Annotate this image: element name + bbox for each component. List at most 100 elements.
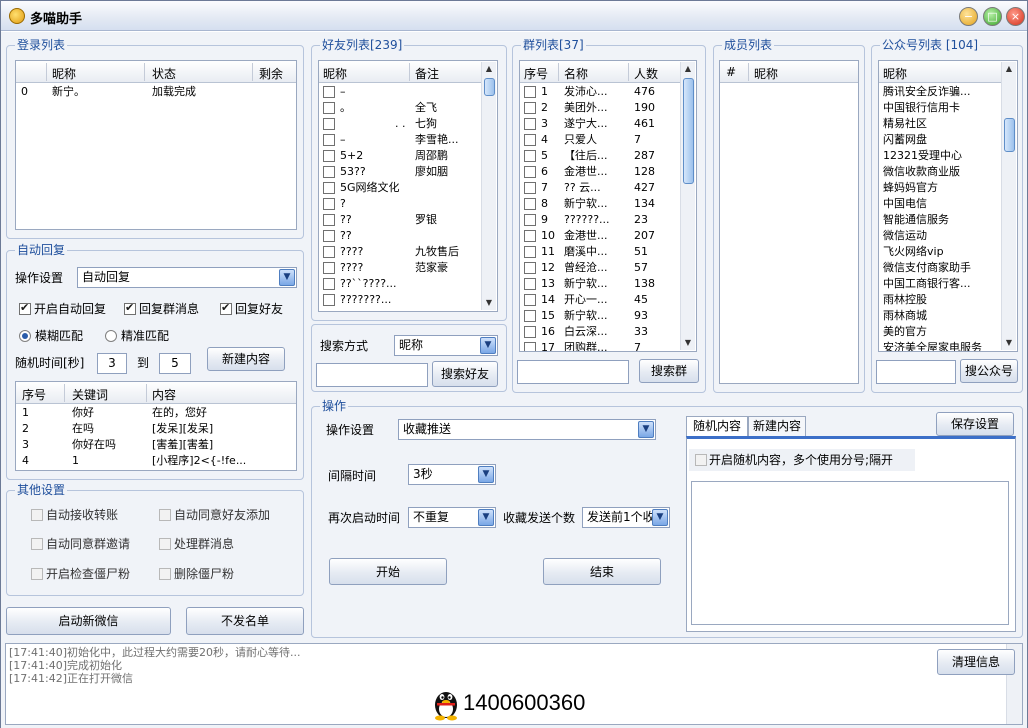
chevron-down-icon[interactable]: ▼ xyxy=(279,269,295,286)
auto-accept-transfer-checkbox[interactable] xyxy=(31,509,43,521)
friend-row[interactable]: . . . 七狗 xyxy=(319,116,497,132)
auto-accept-group-invite-checkbox[interactable] xyxy=(31,538,43,550)
group-row[interactable]: 9??????... 23 xyxy=(520,212,696,228)
chevron-down-icon[interactable]: ▼ xyxy=(478,466,494,483)
scroll-thumb[interactable] xyxy=(484,78,495,96)
random-content-checkbox[interactable] xyxy=(695,454,707,466)
row-checkbox[interactable] xyxy=(323,166,335,178)
auto-accept-friend-checkbox[interactable] xyxy=(159,509,171,521)
official-list[interactable]: 昵称 腾讯安全反诈骗... 中国银行信用卡 精易社区 闪蓄网盘 12321受理中心 微信收… xyxy=(878,60,1018,352)
operation-op-select[interactable]: 收藏推送 ▼ xyxy=(398,419,656,440)
auto-reply-op-select[interactable]: 自动回复 ▼ xyxy=(77,267,297,288)
friend-row[interactable]: ?? xyxy=(319,228,497,244)
group-row[interactable]: 6 金港世... 128 xyxy=(520,164,696,180)
row-checkbox[interactable] xyxy=(323,262,335,274)
minimize-button[interactable]: − xyxy=(959,7,978,26)
official-row[interactable]: 雨林控股 xyxy=(879,292,1017,308)
login-list[interactable]: 昵称 状态 剩余 0 新宁。 加载完成 xyxy=(15,60,297,230)
scroll-thumb[interactable] xyxy=(1004,118,1015,152)
official-row[interactable]: 精易社区 xyxy=(879,116,1017,132)
friend-row[interactable]: ?? 罗银 xyxy=(319,212,497,228)
chevron-down-icon[interactable]: ▼ xyxy=(480,337,496,354)
official-row[interactable]: 微信支付商家助手 xyxy=(879,260,1017,276)
scroll-down-icon[interactable]: ▼ xyxy=(1002,336,1016,350)
row-checkbox[interactable] xyxy=(524,262,536,274)
row-checkbox[interactable] xyxy=(323,134,335,146)
search-groups-button[interactable]: 搜索群 xyxy=(639,359,699,383)
login-row[interactable]: 0 新宁。 加载完成 xyxy=(16,84,296,100)
official-row[interactable]: 中国工商银行客... xyxy=(879,276,1017,292)
official-scrollbar[interactable]: ▲ ▼ xyxy=(1001,62,1016,350)
official-row[interactable]: 雨林商城 xyxy=(879,308,1017,324)
friend-row[interactable]: 5+2 周邵鹏 xyxy=(319,148,497,164)
friend-row[interactable]: ???? 九牧售后 xyxy=(319,244,497,260)
enable-auto-reply-checkbox[interactable] xyxy=(19,301,31,315)
friend-row[interactable]: ? xyxy=(319,196,497,212)
operation-restart-select[interactable]: 不重复 ▼ xyxy=(408,507,496,528)
official-row[interactable]: 12321受理中心 xyxy=(879,148,1017,164)
official-row[interactable]: 飞火网络vip xyxy=(879,244,1017,260)
official-row[interactable]: 蜂妈妈官方 xyxy=(879,180,1017,196)
group-row[interactable]: 13 新宁软... 138 xyxy=(520,276,696,292)
official-row[interactable]: 安济美全屋家电服务 xyxy=(879,340,1017,351)
official-row[interactable]: 中国银行信用卡 xyxy=(879,100,1017,116)
stop-button[interactable]: 结束 xyxy=(543,558,661,585)
friend-row[interactable]: 53?? 廖如胭 xyxy=(319,164,497,180)
new-content-button[interactable]: 新建内容 xyxy=(207,347,285,371)
scroll-up-icon[interactable]: ▲ xyxy=(681,62,695,76)
row-checkbox[interactable] xyxy=(524,230,536,242)
random-content-textarea[interactable] xyxy=(691,481,1009,625)
row-checkbox[interactable] xyxy=(524,326,536,338)
keyword-table[interactable]: 序号 关键词 内容 1 你好 在的，您好 2 在吗 [发呆][发呆] 3 你好在吗 [害羞][害… xyxy=(15,381,297,471)
row-checkbox[interactable] xyxy=(524,86,536,98)
fuzzy-match-radio[interactable] xyxy=(19,330,31,342)
row-checkbox[interactable] xyxy=(524,118,536,130)
maximize-button[interactable]: □ xyxy=(983,7,1002,26)
official-row[interactable]: 腾讯安全反诈骗... xyxy=(879,84,1017,100)
row-checkbox[interactable] xyxy=(524,182,536,194)
row-checkbox[interactable] xyxy=(323,214,335,226)
row-checkbox[interactable] xyxy=(323,294,335,306)
row-checkbox[interactable] xyxy=(323,246,335,258)
groups-scrollbar[interactable]: ▲ ▼ xyxy=(680,62,695,350)
row-checkbox[interactable] xyxy=(323,102,335,114)
friend-row[interactable]: 5G网络文化 xyxy=(319,180,497,196)
scroll-down-icon[interactable]: ▼ xyxy=(681,336,695,350)
keyword-row[interactable]: 1 你好 在的，您好 xyxy=(16,405,296,421)
friend-row[interactable]: ???? 范家豪 xyxy=(319,260,497,276)
clear-log-button[interactable]: 清理信息 xyxy=(937,649,1015,675)
start-button[interactable]: 开始 xyxy=(329,558,447,585)
group-row[interactable]: 5 【往后... 287 xyxy=(520,148,696,164)
operation-fav-count-select[interactable]: 发送前1个收 ▼ xyxy=(582,507,670,528)
tab-new-content[interactable]: 新建内容 xyxy=(748,416,806,436)
groups-list[interactable]: 序号 名称 人数 1 发沛心... 476 2 美团外... 190 3 遂宁大... 461 4… xyxy=(519,60,697,352)
group-row[interactable]: 12 曾经沧... 57 xyxy=(520,260,696,276)
keyword-row[interactable]: 2 在吗 [发呆][发呆] xyxy=(16,421,296,437)
official-row[interactable]: 中国电信 xyxy=(879,196,1017,212)
row-checkbox[interactable] xyxy=(323,278,335,290)
official-row[interactable]: 微信运动 xyxy=(879,228,1017,244)
groups-search-input[interactable] xyxy=(517,360,629,384)
friends-scrollbar[interactable]: ▲ ▼ xyxy=(481,62,496,310)
row-checkbox[interactable] xyxy=(524,134,536,146)
row-checkbox[interactable] xyxy=(524,278,536,290)
start-new-wechat-button[interactable]: 启动新微信 xyxy=(6,607,171,635)
search-friends-button[interactable]: 搜索好友 xyxy=(432,361,498,387)
friend-row[interactable]: ??``????... xyxy=(319,276,497,292)
scroll-up-icon[interactable]: ▲ xyxy=(1002,62,1016,76)
handle-group-msg-checkbox[interactable] xyxy=(159,538,171,550)
close-button[interactable]: × xyxy=(1006,7,1025,26)
group-row[interactable]: 7 ?? 云... 427 xyxy=(520,180,696,196)
chevron-down-icon[interactable]: ▼ xyxy=(478,509,494,526)
friend-row[interactable]: 。 全飞 xyxy=(319,100,497,116)
group-row[interactable]: 11 磨溪中... 51 xyxy=(520,244,696,260)
row-checkbox[interactable] xyxy=(323,150,335,162)
keyword-row[interactable]: 4 1 [小程序]2<{-!fe... xyxy=(16,453,296,469)
friends-search-mode-select[interactable]: 昵称 ▼ xyxy=(394,335,498,356)
friends-list[interactable]: 昵称 备注 – 。 全飞 . . . 七狗 – 李雪艳... 5+2 周邵鹏 53?? 廖如胭 5G… xyxy=(318,60,498,312)
official-row[interactable]: 闪蓄网盘 xyxy=(879,132,1017,148)
reply-group-msg-checkbox[interactable] xyxy=(124,301,136,315)
official-search-input[interactable] xyxy=(876,360,956,384)
group-row[interactable]: 1 发沛心... 476 xyxy=(520,84,696,100)
chevron-down-icon[interactable]: ▼ xyxy=(652,509,668,526)
